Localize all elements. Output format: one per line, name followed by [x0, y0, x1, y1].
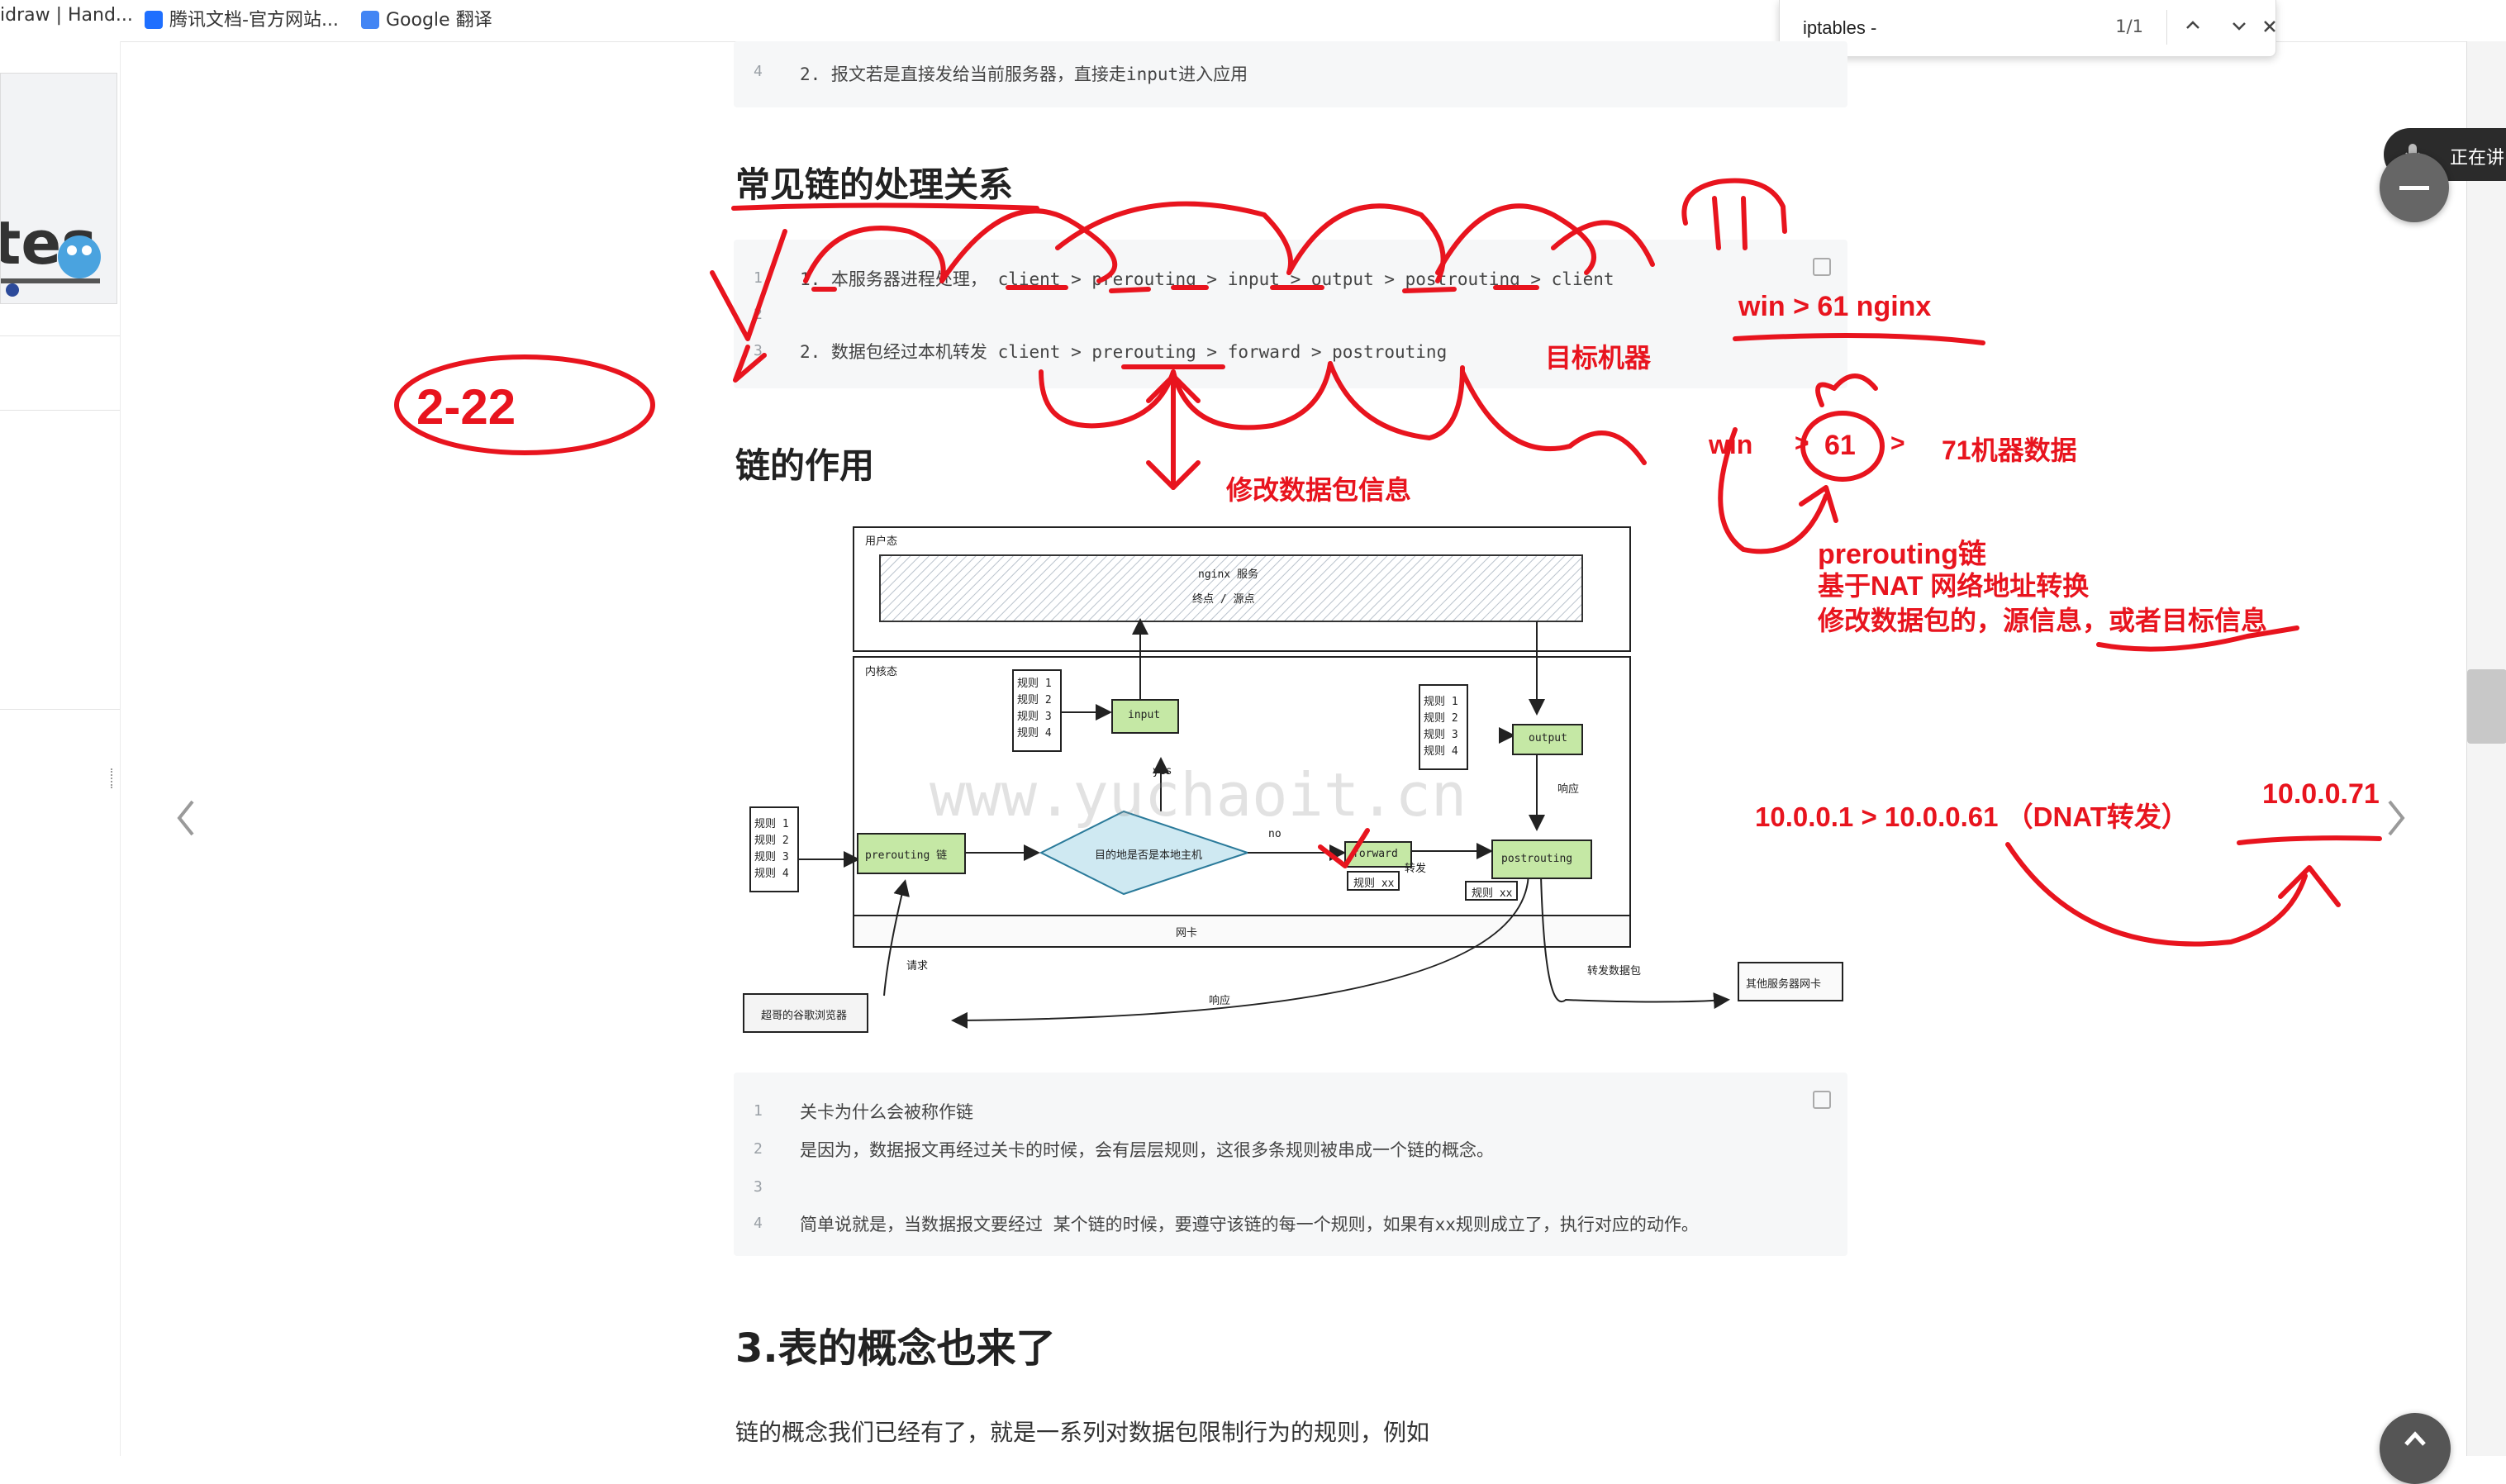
annotation-arrow-1: > [1795, 430, 1809, 457]
minus-icon [2399, 186, 2429, 190]
chevron-right-icon [2388, 800, 2405, 836]
annotation-71-data: 71机器数据 [1942, 435, 2077, 465]
chevron-left-icon [177, 800, 194, 836]
voice-label: 正在讲 [2450, 148, 2505, 169]
annotation-dnat: 10.0.0.1 > 10.0.0.61 （DNAT转发） [1755, 801, 2189, 832]
annotation-arrow-2: > [1890, 430, 1905, 457]
annotation-date: 2-22 [416, 379, 516, 435]
scrollbar-thumb[interactable] [2467, 669, 2506, 744]
handwriting-strokes [394, 178, 2382, 947]
annotation-61: 61 [1824, 430, 1856, 461]
carousel-prev-button[interactable] [169, 793, 202, 854]
annotation-modify-packet: 修改数据包信息 [1226, 475, 1412, 505]
annotation-modify-source-dest: 修改数据包的，源信息，或者目标信息 [1818, 606, 2268, 635]
annotation-target-machine: 目标机器 [1545, 343, 1652, 373]
collapse-button[interactable] [2380, 153, 2449, 222]
annotation-win-nginx: win > 61 nginx [1738, 291, 1932, 322]
right-scroll-strip[interactable] [2466, 41, 2506, 1456]
scroll-to-top-button[interactable] [2380, 1413, 2451, 1484]
annotation-dest-ip: 10.0.0.71 [2262, 778, 2380, 810]
annotation-nat: 基于NAT 网络地址转换 [1818, 571, 2090, 601]
annotation-win: win [1709, 430, 1753, 459]
carousel-next-button[interactable] [2380, 793, 2413, 854]
arrow-up-icon [2404, 1431, 2426, 1446]
